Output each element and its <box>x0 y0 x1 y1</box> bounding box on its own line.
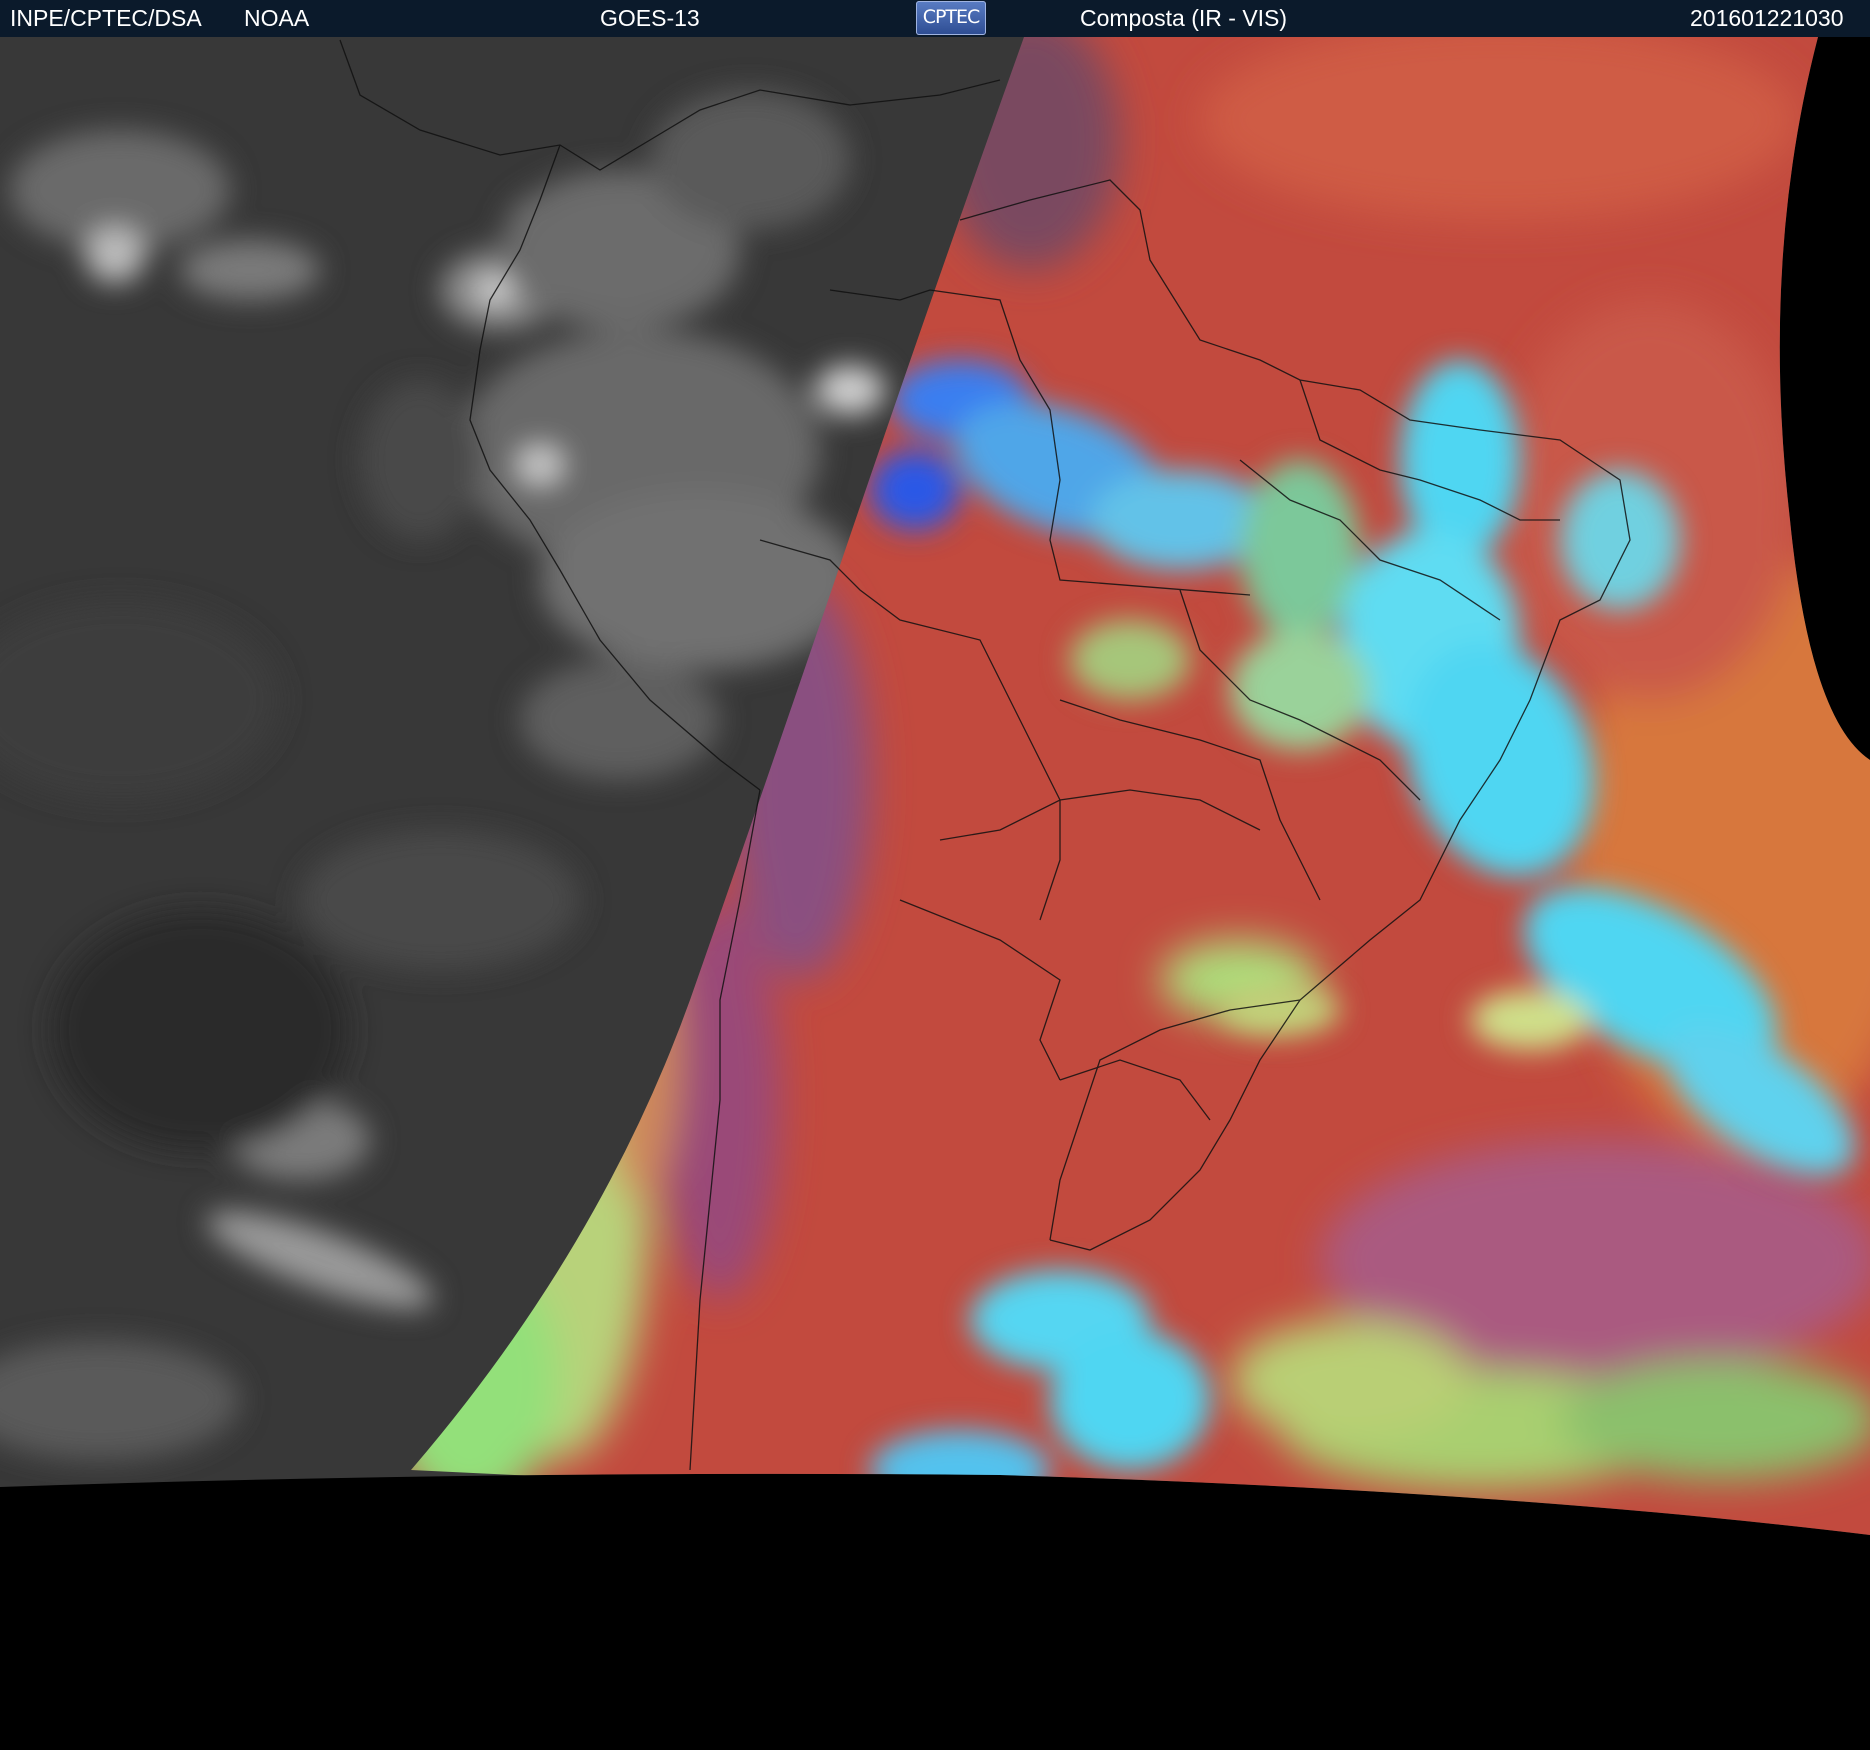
timestamp-label: 201601221030 <box>1690 5 1844 31</box>
cptec-logo: CPTEC <box>916 1 986 35</box>
satellite-image <box>0 37 1870 1750</box>
agency-label: INPE/CPTEC/DSA <box>10 5 202 31</box>
product-label: Composta (IR - VIS) <box>1080 5 1288 31</box>
satellite-label: GOES-13 <box>600 5 700 31</box>
cptec-logo-text: CPTEC <box>922 6 981 28</box>
earth-disk <box>0 37 1870 1535</box>
title-bar: INPE/CPTEC/DSA NOAA GOES-13 CPTEC Compos… <box>0 0 1870 37</box>
source-label: NOAA <box>244 5 310 31</box>
